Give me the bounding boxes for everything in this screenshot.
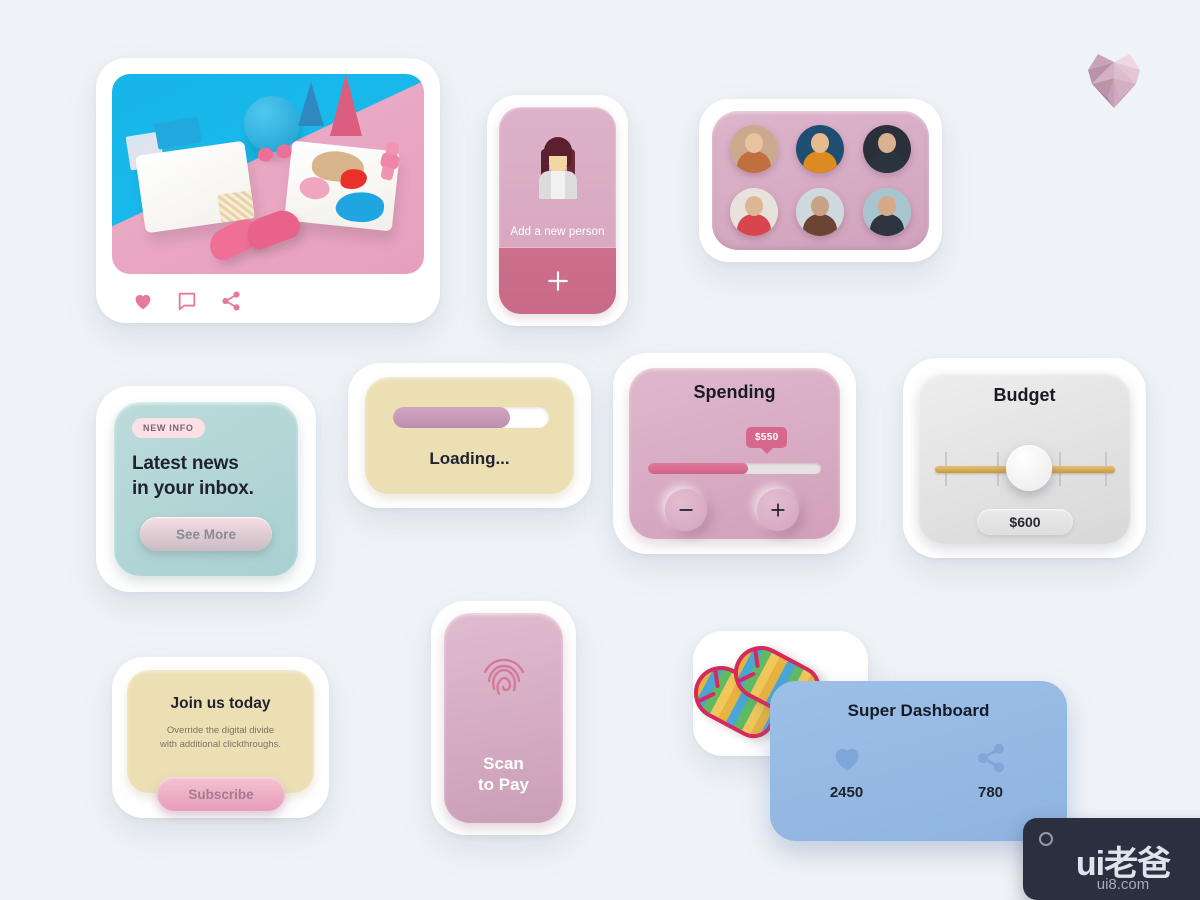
loading-card: Loading... <box>348 363 591 508</box>
plus-icon <box>547 271 568 291</box>
add-person-card[interactable]: Add a new person <box>487 95 628 326</box>
status-badge: NEW INFO <box>132 418 205 438</box>
scan-to-pay-card[interactable]: Scan to Pay <box>431 601 576 835</box>
news-title-line-1: Latest news <box>132 453 239 474</box>
dashboard-stats: 2450 780 <box>770 741 1067 801</box>
news-title-line-2: in your inbox. <box>132 477 254 499</box>
join-body-line-2: with additional clickthroughs. <box>160 739 281 751</box>
news-title: Latest news in your inbox. <box>132 452 280 501</box>
stat-shares-value: 780 <box>977 784 1004 801</box>
decrease-button[interactable] <box>665 489 707 531</box>
budget-card: Budget $600 <box>903 358 1146 558</box>
news-card: NEW INFO Latest news in your inbox. See … <box>96 386 316 592</box>
add-person-label: Add a new person <box>510 226 605 238</box>
watermark-badge: ui老爸 ui8.com <box>1023 818 1200 900</box>
dashboard-title: Super Dashboard <box>847 701 990 720</box>
join-body-line-1: Override the digital divide <box>166 725 275 736</box>
news-surface: NEW INFO Latest news in your inbox. See … <box>114 402 298 576</box>
photo-prop-shirt-white <box>135 140 255 234</box>
person-avatar-illustration <box>535 137 581 199</box>
add-person-button[interactable] <box>499 247 616 314</box>
stat-likes-value: 2450 <box>829 784 864 801</box>
heart-icon <box>817 741 877 775</box>
heart-icon[interactable] <box>132 290 154 312</box>
increase-button[interactable] <box>757 489 799 531</box>
spending-value-tooltip: $550 <box>746 427 788 448</box>
plus-icon <box>771 503 785 517</box>
avatar[interactable] <box>730 187 779 236</box>
progress-bar-fill <box>393 407 510 428</box>
loading-label: Loading... <box>429 449 510 468</box>
avatar[interactable] <box>730 125 779 174</box>
avatar[interactable] <box>862 125 911 174</box>
loading-surface: Loading... <box>365 377 574 494</box>
budget-surface: Budget $600 <box>918 372 1131 544</box>
share-icon[interactable] <box>220 290 242 312</box>
avatar-grid <box>712 111 929 250</box>
budget-value-pill: $600 <box>977 509 1073 535</box>
subscribe-button[interactable]: Subscribe <box>157 777 285 811</box>
scan-label-line-2: to Pay <box>477 775 530 795</box>
stat-likes[interactable]: 2450 <box>817 741 877 801</box>
spending-slider-fill <box>648 463 749 474</box>
add-person-surface: Add a new person <box>499 107 616 314</box>
scan-surface: Scan to Pay <box>444 613 563 823</box>
photo-action-bar <box>132 290 242 312</box>
join-card: Join us today Override the digital divid… <box>112 657 329 818</box>
photo-thumbnail <box>112 74 424 274</box>
photo-prop-cone-pink <box>330 74 362 136</box>
canvas: Add a new person NEW INFO Latest news in… <box>0 0 1200 900</box>
photo-post-card <box>96 58 440 323</box>
avatar-group-card <box>699 99 942 262</box>
avatar[interactable] <box>796 125 845 174</box>
watermark-url: ui8.com <box>1096 876 1150 893</box>
spending-title: Spending <box>693 382 776 402</box>
scan-label: Scan to Pay <box>444 753 563 796</box>
progress-bar-track <box>393 407 549 428</box>
fingerprint-icon <box>483 658 524 696</box>
photo-prop-cone-blue <box>298 82 324 126</box>
spending-surface: Spending $550 <box>629 368 840 539</box>
avatar[interactable] <box>862 187 911 236</box>
see-more-button[interactable]: See More <box>140 517 272 552</box>
avatar[interactable] <box>796 187 845 236</box>
budget-slider[interactable] <box>935 445 1115 491</box>
join-title: Join us today <box>170 695 271 712</box>
dashboard-card: Super Dashboard 2450 780 <box>770 681 1067 841</box>
comment-icon[interactable] <box>176 290 198 312</box>
share-icon <box>961 741 1021 775</box>
join-body: Override the digital divide with additio… <box>127 724 314 753</box>
spending-card: Spending $550 <box>613 353 856 554</box>
spending-slider-track[interactable] <box>648 463 821 474</box>
minus-icon <box>679 509 693 511</box>
budget-title: Budget <box>993 385 1056 405</box>
join-surface: Join us today Override the digital divid… <box>127 670 314 793</box>
budget-slider-knob[interactable] <box>1006 445 1052 491</box>
photo-prop-card-front <box>154 116 202 150</box>
low-poly-heart-icon <box>1088 54 1140 108</box>
scan-label-line-1: Scan <box>483 754 524 773</box>
stat-shares[interactable]: 780 <box>961 741 1021 801</box>
